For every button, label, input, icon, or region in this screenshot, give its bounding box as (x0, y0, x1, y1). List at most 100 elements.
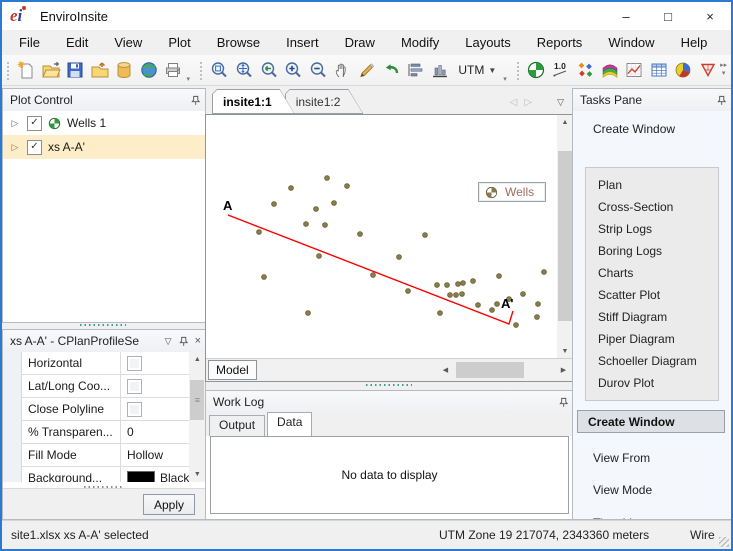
tab-insite1-2[interactable]: insite1:2 (285, 89, 364, 114)
latlong-checkbox[interactable] (127, 379, 142, 394)
expander-icon[interactable]: ▷ (9, 118, 21, 129)
property-row[interactable]: % Transparen... 0 (22, 421, 189, 444)
color-layers-button[interactable] (598, 57, 623, 83)
color-swatch[interactable] (127, 471, 155, 482)
property-row[interactable]: Background... Black (22, 467, 189, 482)
scroll-up-icon[interactable]: ▲ (557, 115, 573, 130)
panel-menu-icon[interactable]: ▽ (165, 337, 172, 346)
menu-modify[interactable]: Modify (388, 30, 452, 55)
task-item-cross-section[interactable]: Cross-Section (586, 196, 718, 218)
database-button[interactable] (112, 57, 137, 83)
time-series-button[interactable] (622, 57, 647, 83)
print-button[interactable] (161, 57, 186, 83)
toolbar-grip[interactable] (516, 60, 521, 80)
apply-button[interactable]: Apply (143, 494, 195, 515)
menu-plot[interactable]: Plot (155, 30, 203, 55)
scroll-down-icon[interactable]: ▼ (557, 344, 573, 359)
horizontal-checkbox[interactable] (127, 356, 142, 371)
sort-layers-button[interactable] (403, 57, 428, 83)
task-item-stiff-diagram[interactable]: Stiff Diagram (586, 306, 718, 328)
menu-view[interactable]: View (101, 30, 155, 55)
tab-scroll-right-icon[interactable]: ▷ (524, 97, 532, 108)
resize-grip[interactable] (719, 537, 729, 547)
tab-data[interactable]: Data (267, 412, 312, 436)
scrollbar-thumb[interactable]: ≡ (190, 380, 204, 420)
minimize-button[interactable]: – (605, 2, 647, 30)
close-polyline-checkbox[interactable] (127, 402, 142, 417)
property-value[interactable]: 0 (121, 425, 189, 439)
classed-posting-button[interactable] (573, 57, 598, 83)
scroll-down-icon[interactable]: ▼ (189, 467, 205, 482)
tab-insite1-1[interactable]: insite1:1 (212, 89, 295, 114)
wells-checkbox[interactable]: ✓ (27, 116, 42, 131)
property-value[interactable]: Hollow (121, 448, 189, 462)
close-button[interactable]: × (689, 2, 731, 30)
maximize-button[interactable]: □ (647, 2, 689, 30)
scroll-right-icon[interactable]: ▶ (556, 361, 571, 379)
menu-window[interactable]: Window (595, 30, 667, 55)
properties-scrollbar[interactable]: ▲ ≡ ▼ (189, 352, 205, 482)
task-item-piper-diagram[interactable]: Piper Diagram (586, 328, 718, 350)
tree-item-wells[interactable]: ▷ ✓ Wells 1 (3, 111, 205, 135)
document-vscrollbar[interactable]: ▲ ▼ (557, 115, 573, 359)
section-time-line[interactable]: Time Line (593, 516, 645, 519)
menu-draw[interactable]: Draw (332, 30, 388, 55)
horizontal-splitter[interactable] (205, 381, 572, 389)
draw-button[interactable] (354, 57, 379, 83)
menu-help[interactable]: Help (668, 30, 721, 55)
new-document-button[interactable] (14, 57, 39, 83)
task-item-schoeller-diagram[interactable]: Schoeller Diagram (586, 350, 718, 372)
property-row[interactable]: Horizontal (22, 352, 189, 375)
open-button[interactable] (38, 57, 63, 83)
coordinate-system-dropdown[interactable]: UTM ▼ (452, 58, 502, 82)
scroll-up-icon[interactable]: ▲ (189, 352, 205, 367)
document-hscrollbar[interactable]: ◀ ▶ (258, 361, 571, 379)
toolbar-grip[interactable] (199, 60, 204, 80)
model-tab[interactable]: Model (208, 360, 257, 380)
wells-button[interactable] (524, 57, 549, 83)
undo-button[interactable] (379, 57, 404, 83)
menu-reports[interactable]: Reports (524, 30, 596, 55)
scrollbar-thumb[interactable] (456, 362, 524, 378)
task-item-boring-logs[interactable]: Boring Logs (586, 240, 718, 262)
tab-list-icon[interactable]: ▽ (557, 97, 564, 108)
tree-item-xs-aa[interactable]: ▷ ✓ xs A-A' (3, 135, 205, 159)
menu-insert[interactable]: Insert (273, 30, 332, 55)
menu-layouts[interactable]: Layouts (452, 30, 524, 55)
pushpin-icon[interactable] (178, 336, 189, 347)
piper-diagram-button[interactable] (696, 57, 721, 83)
import-button[interactable] (87, 57, 112, 83)
plot-canvas[interactable]: AA' Wells (206, 115, 557, 359)
plan-view-map[interactable]: AA' (206, 115, 555, 358)
section-view-from[interactable]: View From (593, 451, 650, 465)
task-item-durov-plot[interactable]: Durov Plot (586, 372, 718, 394)
task-item-charts[interactable]: Charts (586, 262, 718, 284)
expander-icon[interactable]: ▷ (9, 142, 21, 153)
posting-scale-button[interactable]: 1.0 (549, 57, 574, 83)
section-create-window[interactable]: Create Window (577, 410, 725, 433)
xs-checkbox[interactable]: ✓ (27, 140, 42, 155)
tab-scroll-left-icon[interactable]: ◁ (510, 97, 518, 108)
zoom-previous-button[interactable] (256, 57, 281, 83)
horizontal-splitter[interactable] (2, 321, 204, 329)
toolbar-more-icon[interactable]: ▸▸▾ (720, 62, 727, 78)
close-icon[interactable]: × (195, 336, 201, 347)
profile-chart-button[interactable] (428, 57, 453, 83)
table-button[interactable] (647, 57, 672, 83)
toolbar-grip[interactable] (6, 60, 11, 80)
scrollbar-thumb[interactable] (558, 151, 572, 321)
zoom-extents-button[interactable] (207, 57, 232, 83)
section-view-mode[interactable]: View Mode (593, 483, 652, 497)
scroll-left-icon[interactable]: ◀ (438, 361, 453, 379)
pushpin-icon[interactable] (716, 95, 727, 106)
zoom-in-button[interactable] (281, 57, 306, 83)
property-row[interactable]: Close Polyline (22, 398, 189, 421)
zoom-window-button[interactable] (232, 57, 257, 83)
task-item-plan[interactable]: Plan (586, 174, 718, 196)
menu-file[interactable]: File (6, 30, 53, 55)
save-button[interactable] (63, 57, 88, 83)
pan-button[interactable] (330, 57, 355, 83)
property-row[interactable]: Fill Mode Hollow (22, 444, 189, 467)
pie-chart-button[interactable] (671, 57, 696, 83)
menu-browse[interactable]: Browse (204, 30, 273, 55)
